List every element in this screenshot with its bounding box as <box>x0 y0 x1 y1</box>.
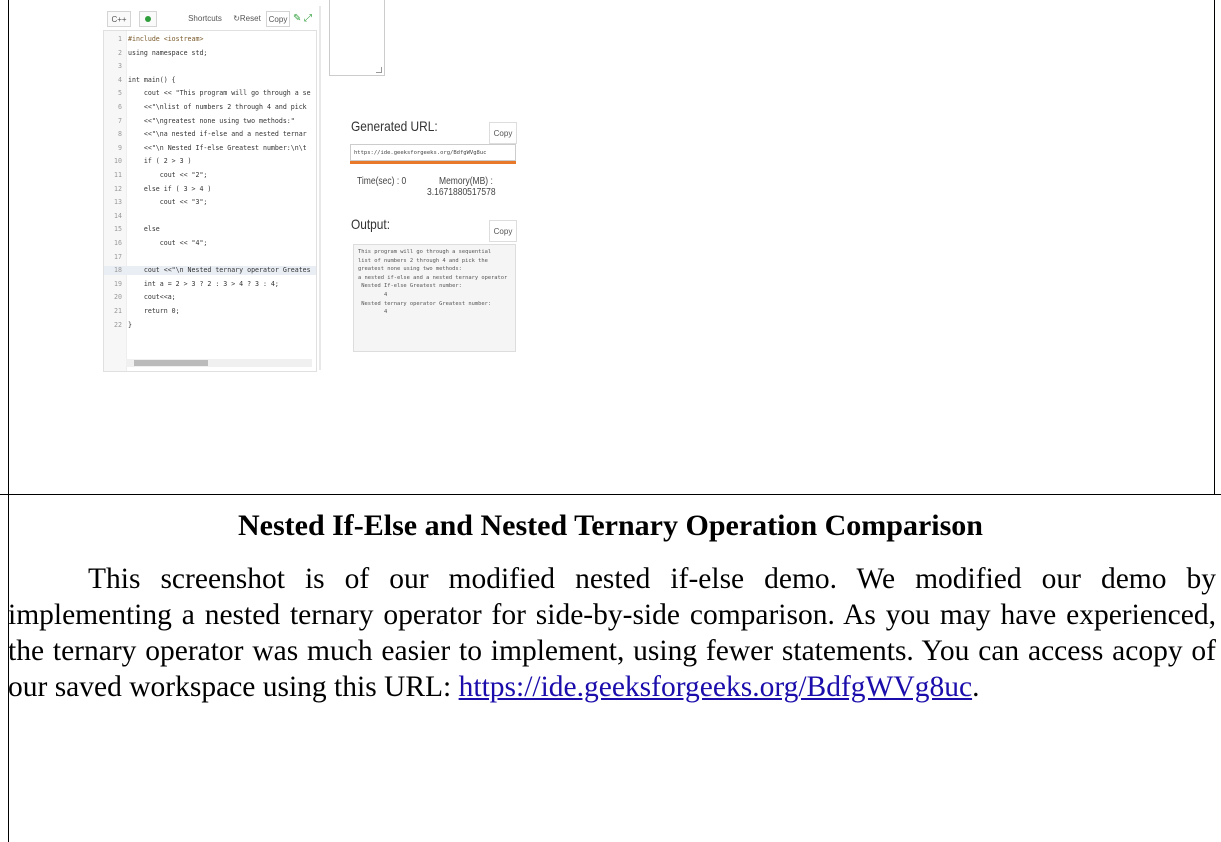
line-code: <<"\ngreatest none using two methods:" <box>128 116 295 125</box>
run-button[interactable] <box>139 11 157 27</box>
code-line: 12 else if ( 3 > 4 ) <box>104 184 316 194</box>
reset-label: Reset <box>239 14 261 23</box>
line-number: 4 <box>118 75 122 84</box>
line-code: return 0; <box>128 307 180 315</box>
code-line: 11 cout << "2"; <box>104 171 316 180</box>
line-number: 1 <box>118 35 122 43</box>
panel-splitter[interactable] <box>319 6 321 370</box>
line-code: cout << "4"; <box>128 239 208 247</box>
line-number: 20 <box>114 293 122 302</box>
code-line: 18 cout <<"\n Nested ternary operator Gr… <box>104 266 316 276</box>
memory-label: Memory(MB) : <box>439 176 493 187</box>
code-line: 7 <<"\ngreatest none using two methods:" <box>104 116 316 126</box>
line-number: 21 <box>114 307 122 315</box>
code-line: 16 cout << "4"; <box>104 239 316 248</box>
line-number: 17 <box>114 252 122 261</box>
line-code: <<"\nlist of numbers 2 through 4 and pic… <box>128 103 307 111</box>
line-number: 5 <box>118 89 122 98</box>
reset-button[interactable]: ↻Reset <box>229 11 265 27</box>
horizontal-scrollbar[interactable] <box>126 359 312 367</box>
output-text: This program will go through a sequentia… <box>353 244 516 352</box>
edit-icon[interactable]: ✎ <box>293 11 303 27</box>
shortcuts-button[interactable]: Shortcuts <box>185 11 225 27</box>
line-number: 11 <box>114 171 122 179</box>
code-line: 9 <<"\n Nested If-else Greatest number:\… <box>104 143 316 153</box>
url-highlight-underline <box>350 161 516 164</box>
code-line: 22} <box>104 320 316 330</box>
line-code: int main() { <box>128 75 176 84</box>
line-code: <<"\n Nested If-else Greatest number:\n\… <box>128 143 307 152</box>
line-number: 18 <box>114 266 122 275</box>
line-code: if ( 2 > 3 ) <box>128 157 192 166</box>
code-line: 17 <box>104 252 316 262</box>
copy-output-button[interactable]: Copy <box>489 220 517 242</box>
code-line: 19 int a = 2 > 3 ? 2 : 3 > 4 ? 3 : 4; <box>104 279 316 289</box>
line-number: 10 <box>114 157 122 166</box>
generated-url-label: Generated URL: <box>351 118 438 134</box>
code-line: 1 #include <iostream> <box>104 35 316 44</box>
line-code: cout << "3"; <box>128 198 208 207</box>
copy-url-button[interactable]: Copy <box>489 122 517 144</box>
line-code: cout << "This program will go through a … <box>128 89 311 98</box>
code-line: 4 int main() { <box>104 75 316 85</box>
ide-screenshot: C++ Shortcuts ↻Reset Copy ✎ ⤢ 1 #include … <box>100 0 520 372</box>
stdin-textarea[interactable] <box>329 0 385 76</box>
line-code: cout <<"\n Nested ternary operator Great… <box>128 266 311 275</box>
line-number: 12 <box>114 184 122 193</box>
code-editor[interactable]: 1 #include <iostream> 2 using namespace std… <box>103 30 317 372</box>
line-code: using namespace std; <box>128 48 208 57</box>
copy-code-button[interactable]: Copy <box>266 11 290 27</box>
code-line: 13 cout << "3"; <box>104 198 316 207</box>
line-code: else <box>128 225 160 234</box>
line-number: 16 <box>114 239 122 247</box>
scrollbar-thumb[interactable] <box>134 360 208 366</box>
figure-caption: Nested If-Else and Nested Ternary Operat… <box>237 509 983 542</box>
expand-icon[interactable]: ⤢ <box>304 11 314 27</box>
line-code: int a = 2 > 3 ? 2 : 3 > 4 ? 3 : 4; <box>128 279 279 288</box>
code-line: 15 else <box>104 225 316 234</box>
line-number: 9 <box>118 143 122 152</box>
line-number: 22 <box>114 320 122 329</box>
line-code: #include <iostream> <box>128 35 204 43</box>
workspace-link[interactable]: https://ide.geeksforgeeks.org/BdfgWVg8uc <box>459 671 972 703</box>
line-number: 6 <box>118 103 122 111</box>
generated-url-field[interactable]: https://ide.geeksforgeeks.org/BdfgWVg8uc <box>350 144 516 161</box>
code-line: 21 return 0; <box>104 307 316 316</box>
line-code: cout<<a; <box>128 293 176 302</box>
code-line: 5 cout << "This program will go through … <box>104 89 316 98</box>
reset-icon: ↻ <box>233 14 240 23</box>
code-line: 14 <box>104 211 316 221</box>
result-panel: Generated URL: Copy https://ide.geeksfor… <box>348 112 520 352</box>
language-select[interactable]: C++ <box>107 11 131 27</box>
code-line: 3 <box>104 62 316 71</box>
code-line: 6 <<"\nlist of numbers 2 through 4 and p… <box>104 103 316 112</box>
line-number: 15 <box>114 225 122 234</box>
line-number: 13 <box>114 198 122 207</box>
frame-right-border <box>1214 0 1215 494</box>
time-readout: Time(sec) : 0 <box>357 176 407 187</box>
line-number: 14 <box>114 211 122 220</box>
code-line: 10 if ( 2 > 3 ) <box>104 157 316 166</box>
editor-toolbar: C++ Shortcuts ↻Reset Copy ✎ ⤢ <box>103 6 317 30</box>
frame-left-border <box>8 0 9 842</box>
description-paragraph: This screenshot is of our modified neste… <box>8 561 1216 705</box>
code-line: 2 using namespace std; <box>104 48 316 58</box>
line-number: 2 <box>118 48 122 57</box>
line-code: cout << "2"; <box>128 171 208 179</box>
code-line: 20 cout<<a; <box>104 293 316 302</box>
line-code: <<"\na nested if-else and a nested terna… <box>128 130 307 139</box>
line-number: 19 <box>114 279 122 288</box>
code-line: 8 <<"\na nested if-else and a nested ter… <box>104 130 316 139</box>
paragraph-end: . <box>972 671 980 703</box>
line-number: 7 <box>118 116 122 125</box>
frame-divider <box>0 494 1221 495</box>
line-code: else if ( 3 > 4 ) <box>128 184 212 193</box>
line-number: 3 <box>118 62 122 71</box>
line-number: 8 <box>118 130 122 139</box>
line-code: } <box>128 320 132 329</box>
output-label: Output: <box>351 216 391 232</box>
memory-value: 3.1671880517578 <box>427 187 496 198</box>
